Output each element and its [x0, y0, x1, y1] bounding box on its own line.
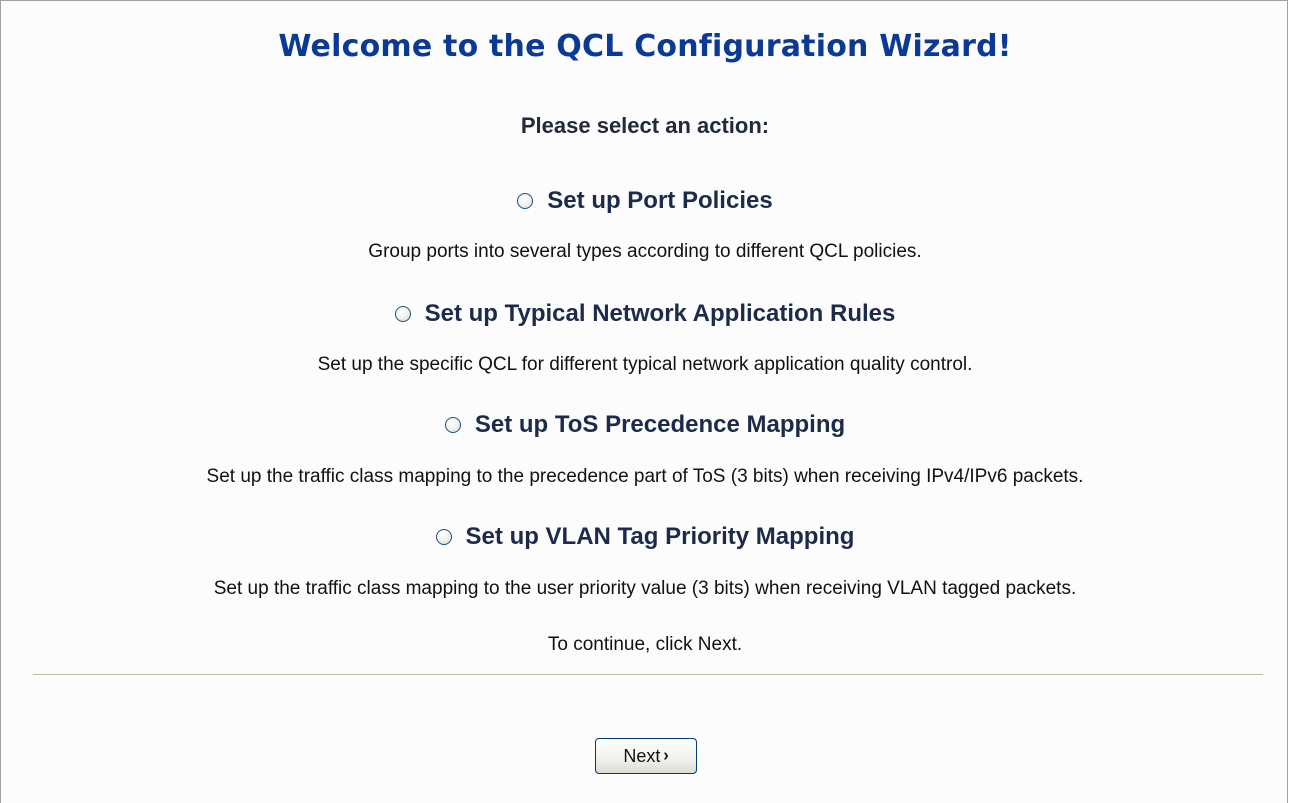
option-description: Set up the traffic class mapping to the …	[213, 578, 1077, 599]
radio-network-application-rules[interactable]	[394, 306, 411, 322]
option-description: Set up the traffic class mapping to the …	[206, 466, 1084, 487]
page-title: Welcome to the QCL Configuration Wizard!	[278, 29, 1012, 64]
radio-tos-precedence-mapping[interactable]	[444, 417, 461, 433]
option-network-application-rules[interactable]: Set up Typical Network Application Rules	[1, 300, 1289, 329]
action-prompt: Please select an action:	[520, 113, 770, 138]
wizard-panel: Welcome to the QCL Configuration Wizard!…	[0, 0, 1288, 803]
option-vlan-tag-priority-mapping[interactable]: Set up VLAN Tag Priority Mapping	[1, 523, 1289, 552]
chevron-right-icon: ›	[663, 746, 669, 765]
option-description: Set up the specific QCL for different ty…	[317, 354, 973, 375]
continue-hint: To continue, click Next.	[547, 634, 743, 655]
radio-port-policies[interactable]	[517, 193, 534, 209]
option-tos-precedence-mapping[interactable]: Set up ToS Precedence Mapping	[1, 411, 1289, 440]
option-description: Group ports into several types according…	[368, 241, 922, 262]
option-label[interactable]: Set up Typical Network Application Rules	[425, 300, 896, 328]
option-port-policies[interactable]: Set up Port Policies	[1, 187, 1289, 216]
next-button[interactable]: Next ›	[595, 738, 697, 774]
option-label[interactable]: Set up ToS Precedence Mapping	[475, 411, 845, 439]
option-label[interactable]: Set up Port Policies	[547, 187, 772, 215]
radio-vlan-tag-priority-mapping[interactable]	[435, 529, 452, 545]
next-button-label: Next	[623, 745, 661, 766]
divider	[33, 674, 1263, 676]
option-label[interactable]: Set up VLAN Tag Priority Mapping	[466, 523, 855, 551]
